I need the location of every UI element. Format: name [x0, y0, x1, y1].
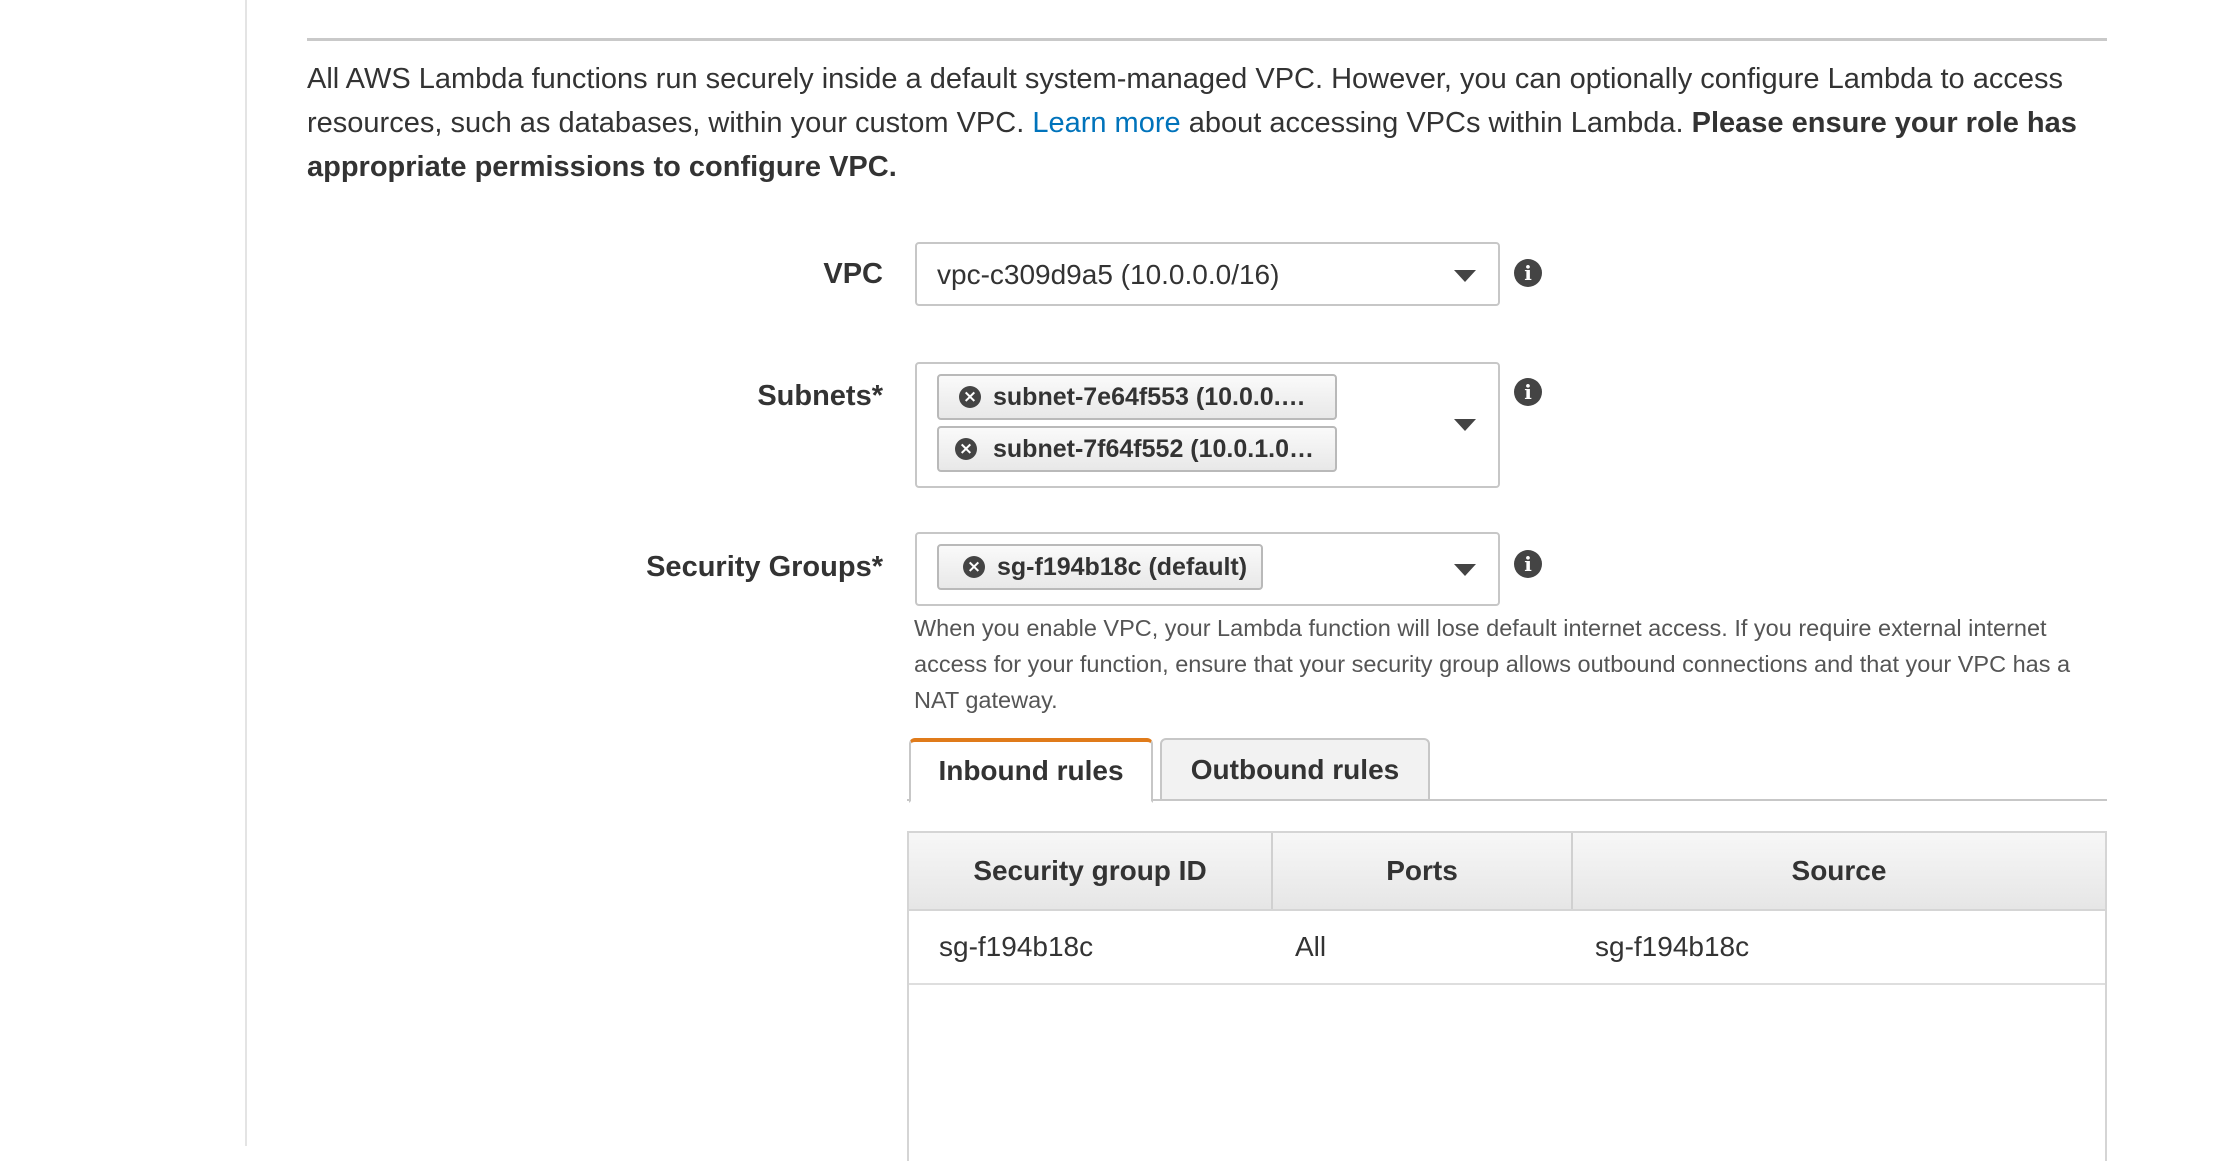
left-divider — [245, 0, 247, 1146]
info-icon[interactable]: i — [1514, 550, 1542, 578]
chevron-down-icon[interactable] — [1454, 419, 1476, 431]
tab-outbound-rules[interactable]: Outbound rules — [1160, 738, 1430, 801]
security-group-token-label: sg-f194b18c (default) — [997, 553, 1248, 581]
subnets-label: Subnets* — [757, 380, 883, 412]
vpc-label: VPC — [823, 258, 883, 290]
vpc-selected-value: vpc-c309d9a5 (10.0.0.0/16) — [937, 259, 1280, 290]
remove-token-icon[interactable]: × — [955, 438, 977, 460]
info-icon[interactable]: i — [1514, 259, 1542, 287]
rules-table: Security group ID Ports Source sg-f194b1… — [907, 831, 2107, 1161]
chevron-down-icon[interactable] — [1454, 564, 1476, 576]
learn-more-link[interactable]: Learn more — [1032, 107, 1180, 139]
subnets-select[interactable]: × subnet-7e64f553 (10.0.0.… × subnet-7f6… — [915, 362, 1500, 488]
table-header: Security group ID Ports Source — [909, 833, 2105, 911]
section-divider — [307, 38, 2107, 41]
column-header-security-group-id[interactable]: Security group ID — [909, 833, 1271, 909]
remove-token-icon[interactable]: × — [959, 386, 981, 408]
security-groups-select[interactable]: × sg-f194b18c (default) — [915, 532, 1500, 606]
security-group-token: × sg-f194b18c (default) — [937, 544, 1263, 590]
subnet-token: × subnet-7f64f552 (10.0.1.0… — [937, 426, 1337, 472]
column-header-source[interactable]: Source — [1573, 833, 2105, 909]
subnet-token-label: subnet-7f64f552 (10.0.1.0… — [993, 435, 1314, 463]
subnet-token: × subnet-7e64f553 (10.0.0.… — [937, 374, 1337, 420]
remove-token-icon[interactable]: × — [963, 556, 985, 578]
vpc-internet-access-help: When you enable VPC, your Lambda functio… — [914, 615, 2071, 713]
security-groups-label: Security Groups* — [646, 551, 883, 583]
tab-inbound-rules[interactable]: Inbound rules — [909, 738, 1153, 803]
intro-text-cont: about accessing VPCs within Lambda. — [1180, 107, 1692, 139]
cell-source: sg-f194b18c — [1595, 931, 1750, 962]
cell-ports: All — [1295, 931, 1327, 962]
table-row: sg-f194b18c All sg-f194b18c — [909, 911, 2105, 985]
chevron-down-icon[interactable] — [1454, 270, 1476, 282]
info-icon[interactable]: i — [1514, 378, 1542, 406]
cell-security-group-id: sg-f194b18c — [939, 931, 1094, 962]
lambda-vpc-settings: All AWS Lambda functions run securely in… — [0, 0, 2216, 1161]
subnet-token-label: subnet-7e64f553 (10.0.0.… — [993, 383, 1306, 411]
vpc-intro-text: All AWS Lambda functions run securely in… — [307, 57, 2107, 189]
column-header-ports[interactable]: Ports — [1273, 833, 1571, 909]
vpc-select[interactable]: vpc-c309d9a5 (10.0.0.0/16) — [915, 242, 1500, 306]
